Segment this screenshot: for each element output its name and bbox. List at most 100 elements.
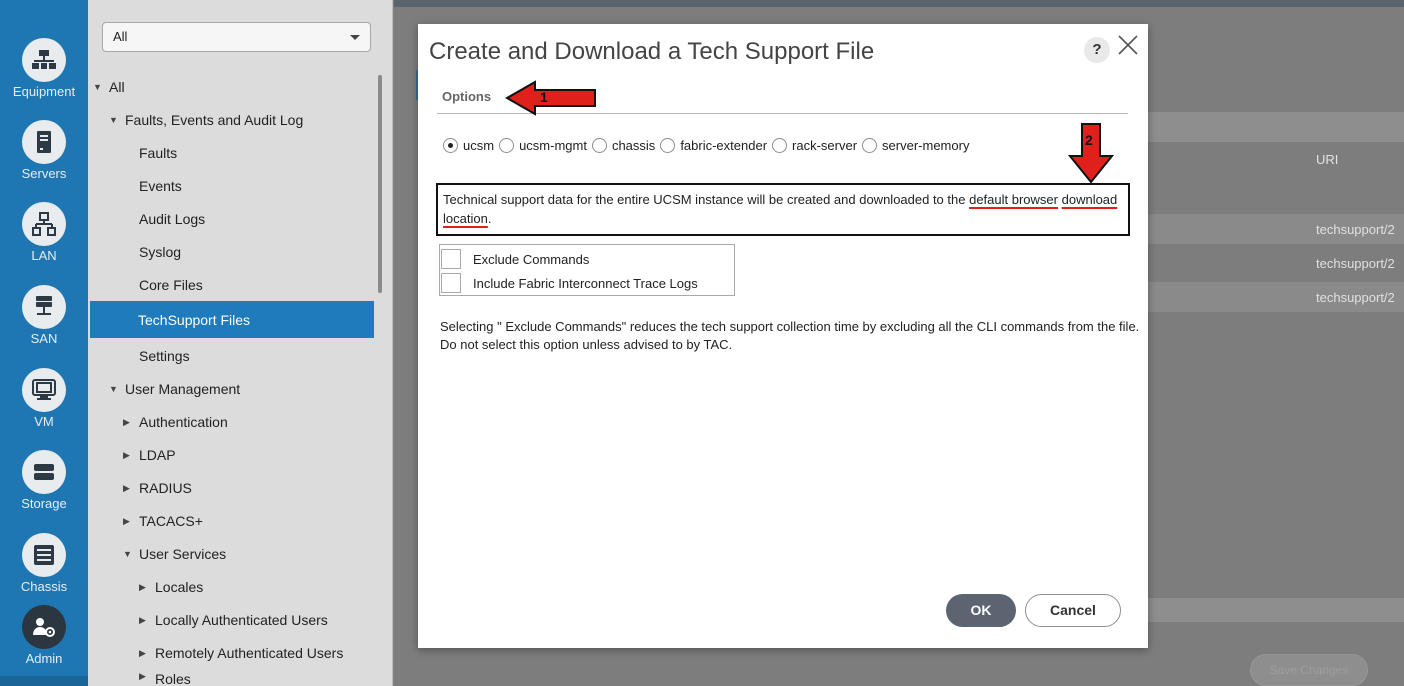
tree-item-all[interactable]: ▼ All bbox=[93, 72, 125, 102]
collapsed-arrow-icon: ▶ bbox=[123, 449, 130, 460]
collapsed-arrow-icon: ▶ bbox=[123, 482, 130, 493]
tree-item-label: Locales bbox=[155, 579, 204, 595]
tree-item-tacacs[interactable]: ▶ TACACS+ bbox=[123, 506, 203, 536]
tree-item-locally-authenticated-users[interactable]: ▶ Locally Authenticated Users bbox=[139, 605, 328, 635]
tree-item-label: TACACS+ bbox=[139, 513, 203, 529]
tree-item-label: Remotely Authenticated Users bbox=[155, 645, 344, 661]
navigation-rail: Equipment Servers LAN SAN VM Storage Cha… bbox=[0, 0, 88, 686]
radio-indicator bbox=[660, 138, 676, 153]
annotation-number: 1 bbox=[540, 89, 548, 105]
expanded-arrow-icon: ▼ bbox=[93, 82, 102, 92]
radio-ucsm-mgmt[interactable]: ucsm-mgmt bbox=[499, 138, 587, 153]
nav-scrollbar[interactable] bbox=[378, 75, 382, 293]
table-toolbar bbox=[1144, 112, 1404, 142]
checkbox-box bbox=[441, 249, 461, 269]
checkbox-label: Include Fabric Interconnect Trace Logs bbox=[473, 275, 698, 291]
tree-item-ldap[interactable]: ▶ LDAP bbox=[123, 440, 176, 470]
radio-label: ucsm bbox=[463, 138, 495, 153]
rail-label: Chassis bbox=[20, 579, 68, 594]
collapsed-arrow-icon: ▶ bbox=[123, 416, 130, 427]
collapsed-arrow-icon: ▶ bbox=[139, 581, 146, 592]
rail-label: Admin bbox=[25, 651, 63, 666]
tree-item-locales[interactable]: ▶ Locales bbox=[139, 572, 203, 602]
annotation-arrow-1: 1 bbox=[504, 80, 597, 116]
top-strip bbox=[394, 0, 1404, 7]
rail-item-san[interactable]: SAN bbox=[0, 285, 88, 346]
tree-item-settings[interactable]: Settings bbox=[139, 341, 190, 371]
tree-item-label: Audit Logs bbox=[139, 211, 206, 227]
tab-options[interactable]: Options bbox=[442, 89, 491, 104]
rail-item-storage[interactable]: Storage bbox=[0, 450, 88, 511]
rail-item-equipment[interactable]: Equipment bbox=[0, 38, 88, 99]
radio-ucsm[interactable]: ucsm bbox=[443, 138, 494, 153]
tree-item-audit-logs[interactable]: Audit Logs bbox=[139, 204, 205, 234]
expanded-arrow-icon: ▼ bbox=[109, 384, 118, 394]
tree-item-core-files[interactable]: Core Files bbox=[139, 270, 203, 300]
tree-item-remotely-authenticated-users[interactable]: ▶ Remotely Authenticated Users bbox=[139, 638, 343, 668]
rail-item-vm[interactable]: VM bbox=[0, 368, 88, 429]
tree-item-faults-events-audit-log[interactable]: ▼ Faults, Events and Audit Log bbox=[109, 105, 303, 135]
tree-item-label: Syslog bbox=[139, 244, 182, 260]
chassis-icon bbox=[22, 533, 66, 577]
rail-label: Equipment bbox=[12, 84, 76, 99]
save-changes-button[interactable]: Save Changes bbox=[1250, 654, 1368, 686]
radio-rack-server[interactable]: rack-server bbox=[772, 138, 857, 153]
rail-label: SAN bbox=[30, 331, 58, 346]
tree-item-label: LDAP bbox=[139, 447, 176, 463]
tree-item-label: Faults bbox=[139, 145, 178, 161]
collapsed-arrow-icon: ▶ bbox=[139, 614, 146, 625]
ok-button[interactable]: OK bbox=[946, 594, 1016, 627]
tree-item-label: Core Files bbox=[139, 277, 203, 293]
tree-item-label: User Services bbox=[139, 546, 227, 562]
radio-indicator bbox=[591, 138, 607, 153]
radio-indicator bbox=[772, 138, 788, 153]
help-button[interactable]: ? bbox=[1084, 37, 1110, 63]
expanded-arrow-icon: ▼ bbox=[123, 549, 132, 559]
tree-item-label: Authentication bbox=[139, 414, 228, 430]
tree-item-user-management[interactable]: ▼ User Management bbox=[109, 374, 240, 404]
rail-item-servers[interactable]: Servers bbox=[0, 120, 88, 181]
rail-item-chassis[interactable]: Chassis bbox=[0, 533, 88, 594]
checkbox-exclude-commands[interactable]: Exclude Commands bbox=[440, 247, 734, 271]
expanded-arrow-icon: ▼ bbox=[109, 115, 118, 125]
tree-item-syslog[interactable]: Syslog bbox=[139, 237, 181, 267]
checkbox-include-trace-logs[interactable]: Include Fabric Interconnect Trace Logs bbox=[440, 271, 734, 295]
description-text: Technical support data for the entire UC… bbox=[443, 192, 970, 207]
column-header-uri[interactable]: URI bbox=[1316, 152, 1338, 167]
equipment-icon bbox=[22, 38, 66, 82]
collapsed-arrow-icon: ▶ bbox=[139, 647, 146, 658]
tree-item-radius[interactable]: ▶ RADIUS bbox=[123, 473, 192, 503]
collapsed-arrow-icon: ▶ bbox=[123, 515, 130, 526]
rail-item-lan[interactable]: LAN bbox=[0, 202, 88, 263]
dialog-title: Create and Download a Tech Support File bbox=[429, 38, 875, 65]
tree-item-events[interactable]: Events bbox=[139, 171, 182, 201]
tree-item-faults[interactable]: Faults bbox=[139, 138, 177, 168]
tree-item-label: Locally Authenticated Users bbox=[155, 612, 328, 628]
close-button[interactable] bbox=[1117, 34, 1141, 62]
radio-indicator bbox=[499, 138, 515, 153]
radio-server-memory[interactable]: server-memory bbox=[862, 138, 969, 153]
tree-item-label: User Management bbox=[125, 381, 241, 397]
san-icon bbox=[22, 285, 66, 329]
nav-filter-dropdown[interactable]: All bbox=[102, 22, 371, 52]
collapsed-arrow-icon: ▶ bbox=[139, 671, 146, 681]
cancel-button[interactable]: Cancel bbox=[1025, 594, 1121, 627]
tree-item-roles[interactable]: ▶ Roles bbox=[139, 671, 191, 686]
table-cell-uri: techsupport/2 bbox=[1316, 290, 1395, 305]
radio-fabric-extender[interactable]: fabric-extender bbox=[660, 138, 767, 153]
tree-item-authentication[interactable]: ▶ Authentication bbox=[123, 407, 228, 437]
rail-label: LAN bbox=[31, 248, 57, 263]
rail-item-admin[interactable]: Admin bbox=[0, 605, 88, 666]
table-cell-uri: techsupport/2 bbox=[1316, 222, 1395, 237]
close-icon bbox=[1118, 35, 1138, 55]
tree-item-label: Settings bbox=[139, 348, 190, 364]
radio-chassis[interactable]: chassis bbox=[591, 138, 655, 153]
radio-indicator bbox=[443, 138, 458, 153]
table-cell-uri: techsupport/2 bbox=[1316, 256, 1395, 271]
tree-item-user-services[interactable]: ▼ User Services bbox=[123, 539, 226, 569]
rail-label: Storage bbox=[21, 496, 67, 511]
description-box: Technical support data for the entire UC… bbox=[436, 183, 1130, 236]
tree-item-techsupport-files[interactable]: TechSupport Files bbox=[90, 301, 374, 338]
annotation-arrow-2: 2 bbox=[1067, 122, 1115, 184]
annotation-number: 2 bbox=[1085, 132, 1093, 148]
